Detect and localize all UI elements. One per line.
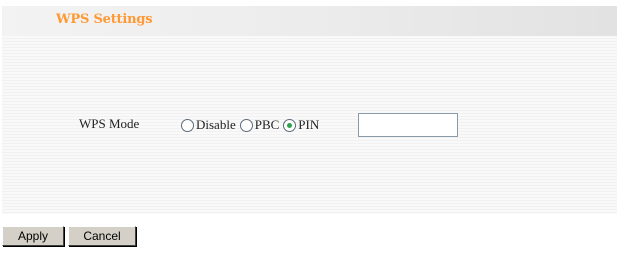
wps-mode-label: WPS Mode [79,116,140,131]
radio-option-pbc[interactable]: PBC [239,117,280,133]
apply-button[interactable]: Apply [2,226,64,246]
title-bar: WPS Settings [2,6,617,36]
wps-mode-radio-group: Disable PBC PIN [181,113,323,137]
wps-settings-page: WPS Settings WPS Mode Disable PBC PIN Ap… [0,0,617,256]
settings-panel: WPS Mode Disable PBC PIN [2,36,617,214]
radio-pbc-button[interactable] [239,118,253,132]
cancel-button[interactable]: Cancel [68,226,136,246]
action-buttons: Apply Cancel [2,226,140,246]
radio-pin-label[interactable]: PIN [298,117,319,133]
pin-input[interactable] [358,113,458,137]
page-title: WPS Settings [56,12,153,27]
radio-pin-button[interactable] [283,118,297,132]
radio-option-pin[interactable]: PIN [283,117,319,133]
radio-option-disable[interactable]: Disable [181,117,236,133]
wps-mode-row: WPS Mode Disable PBC PIN [2,113,617,137]
radio-disable-label[interactable]: Disable [196,117,236,133]
radio-pbc-label[interactable]: PBC [255,117,280,133]
radio-disable-button[interactable] [181,118,194,132]
